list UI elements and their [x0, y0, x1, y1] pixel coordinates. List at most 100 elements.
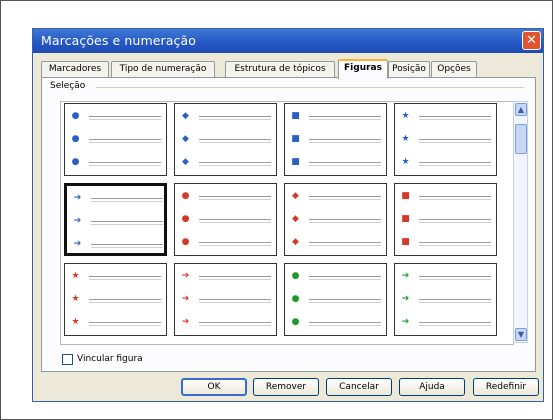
preview-rule-shadow: [419, 245, 491, 246]
preview-rule: [199, 196, 271, 197]
bullet-preview-line: ◆: [291, 215, 381, 227]
bullet-style-cell[interactable]: ■ ■ ■: [284, 103, 387, 176]
reset-button[interactable]: Redefinir: [473, 378, 539, 396]
scroll-down-button[interactable]: ▼: [515, 328, 527, 341]
red-star-icon: ★: [71, 294, 80, 304]
chevron-down-icon: ▼: [517, 330, 525, 339]
bullet-style-cell[interactable]: ● ● ●: [284, 263, 387, 336]
remove-button[interactable]: Remover: [253, 378, 319, 396]
preview-rule-shadow: [419, 325, 491, 326]
preview-rule: [199, 219, 271, 220]
bullet-preview-line: ●: [181, 191, 271, 204]
preview-rule: [89, 162, 161, 163]
preview-rule-shadow: [89, 325, 161, 326]
bullet-preview-line: ◆: [291, 237, 381, 250]
preview-rule: [309, 276, 381, 277]
preview-rule-shadow: [309, 279, 381, 280]
tab-tipo-de-numeracao[interactable]: Tipo de numeração: [111, 61, 215, 77]
red-arrow-icon: ➔: [181, 294, 190, 304]
bullet-style-cell[interactable]: ★ ★ ★: [394, 103, 497, 176]
preview-rule: [419, 219, 491, 220]
dialog-title: Marcações e numeração: [41, 33, 196, 48]
preview-rule: [89, 322, 161, 323]
link-figure-checkbox[interactable]: [62, 354, 73, 365]
preview-rule: [419, 276, 491, 277]
scroll-thumb[interactable]: [515, 124, 527, 154]
bullet-preview-line: ●: [181, 215, 271, 227]
bullet-preview-line: ➔: [401, 318, 491, 330]
red-ball-icon: ●: [181, 191, 190, 201]
red-square-icon: ■: [401, 237, 410, 247]
red-arrow-icon: ➔: [181, 317, 190, 327]
close-icon: ✕: [526, 33, 537, 48]
bullet-style-cell[interactable]: ➔ ➔ ➔: [394, 263, 497, 336]
ok-button[interactable]: OK: [181, 378, 247, 396]
bullet-style-cell[interactable]: ◆ ◆ ◆: [174, 103, 277, 176]
red-diamond-icon: ◆: [292, 237, 299, 247]
preview-rule: [419, 139, 491, 140]
bullet-style-cell[interactable]: ■ ■ ■: [394, 183, 497, 256]
group-divider: [96, 87, 524, 88]
preview-rule-shadow: [89, 119, 161, 120]
blue-star-icon: ★: [401, 157, 410, 167]
bullet-preview-line: ●: [291, 272, 381, 284]
tab-posicao[interactable]: Posição: [388, 61, 430, 77]
red-diamond-icon: ◆: [292, 191, 299, 201]
bullet-style-cell[interactable]: ● ● ●: [174, 183, 277, 256]
bullet-style-cell[interactable]: ● ● ●: [64, 103, 167, 176]
link-figure-label: Vincular figura: [77, 354, 143, 364]
blue-square-icon: ■: [291, 111, 300, 121]
preview-rule-shadow: [89, 279, 161, 280]
preview-rule-shadow: [199, 142, 271, 143]
green-arrow-icon: ➔: [401, 294, 410, 304]
preview-rule-shadow: [419, 222, 491, 223]
bullet-preview-line: ★: [71, 294, 161, 307]
blue-ball-icon: ●: [71, 157, 80, 167]
bullet-style-cell[interactable]: ➔ ➔ ➔: [64, 183, 167, 256]
tab-estrutura-de-topicos[interactable]: Estrutura de tópicos: [225, 61, 335, 77]
chevron-up-icon: ▲: [517, 105, 525, 114]
red-star-icon: ★: [71, 317, 80, 327]
preview-rule: [419, 299, 491, 300]
bullet-preview-line: ◆: [181, 135, 271, 147]
gallery-scrollbar[interactable]: ▲ ▼: [513, 101, 528, 343]
cancel-button[interactable]: Cancelar: [326, 378, 392, 396]
help-button[interactable]: Ajuda: [399, 378, 465, 396]
tab-opcoes[interactable]: Opções: [431, 61, 477, 77]
bullet-preview-line: ■: [291, 135, 381, 147]
scroll-up-button[interactable]: ▲: [515, 103, 527, 116]
preview-rule-shadow: [91, 247, 163, 248]
bullet-style-cell[interactable]: ➔ ➔ ➔: [174, 263, 277, 336]
preview-rule-shadow: [91, 224, 163, 225]
blue-star-icon: ★: [401, 134, 410, 144]
bullet-preview-line: ●: [291, 295, 381, 307]
bullet-preview-line: ■: [401, 192, 491, 204]
blue-right-arrow-icon: ➔: [73, 216, 82, 226]
preview-rule: [419, 116, 491, 117]
preview-rule-shadow: [309, 199, 381, 200]
preview-rule: [89, 116, 161, 117]
preview-rule: [309, 196, 381, 197]
preview-rule: [309, 139, 381, 140]
preview-rule-shadow: [89, 165, 161, 166]
tab-marcadores[interactable]: Marcadores: [41, 61, 109, 77]
preview-rule-shadow: [419, 279, 491, 280]
preview-rule-shadow: [309, 325, 381, 326]
close-button[interactable]: ✕: [522, 31, 541, 50]
bullet-preview-line: ◆: [291, 191, 381, 204]
bullet-preview-line: ➔: [73, 194, 163, 206]
bullet-style-cell[interactable]: ◆ ◆ ◆: [284, 183, 387, 256]
blue-ball-icon: ●: [71, 111, 80, 121]
preview-rule: [419, 162, 491, 163]
blue-right-arrow-icon: ➔: [73, 239, 82, 249]
preview-rule: [91, 244, 163, 245]
bullet-preview-line: ●: [291, 318, 381, 330]
bullet-style-cell[interactable]: ★ ★ ★: [64, 263, 167, 336]
preview-rule: [309, 299, 381, 300]
bullet-preview-line: ★: [401, 112, 491, 124]
bullet-gallery: ● ● ● ◆ ◆ ◆ ■ ■ ■ ★ ★ ★ ➔ ➔ ➔ ● ● ● ◆ ◆ ◆ ■ ■ ■ ★ ★ ★ ➔ ➔ ➔ ● ● ● ➔ ➔ ➔: [60, 101, 514, 345]
preview-rule-shadow: [309, 119, 381, 120]
title-bar[interactable]: Marcações e numeração ✕: [33, 29, 543, 53]
preview-rule: [199, 299, 271, 300]
tab-figuras[interactable]: Figuras: [338, 59, 388, 79]
